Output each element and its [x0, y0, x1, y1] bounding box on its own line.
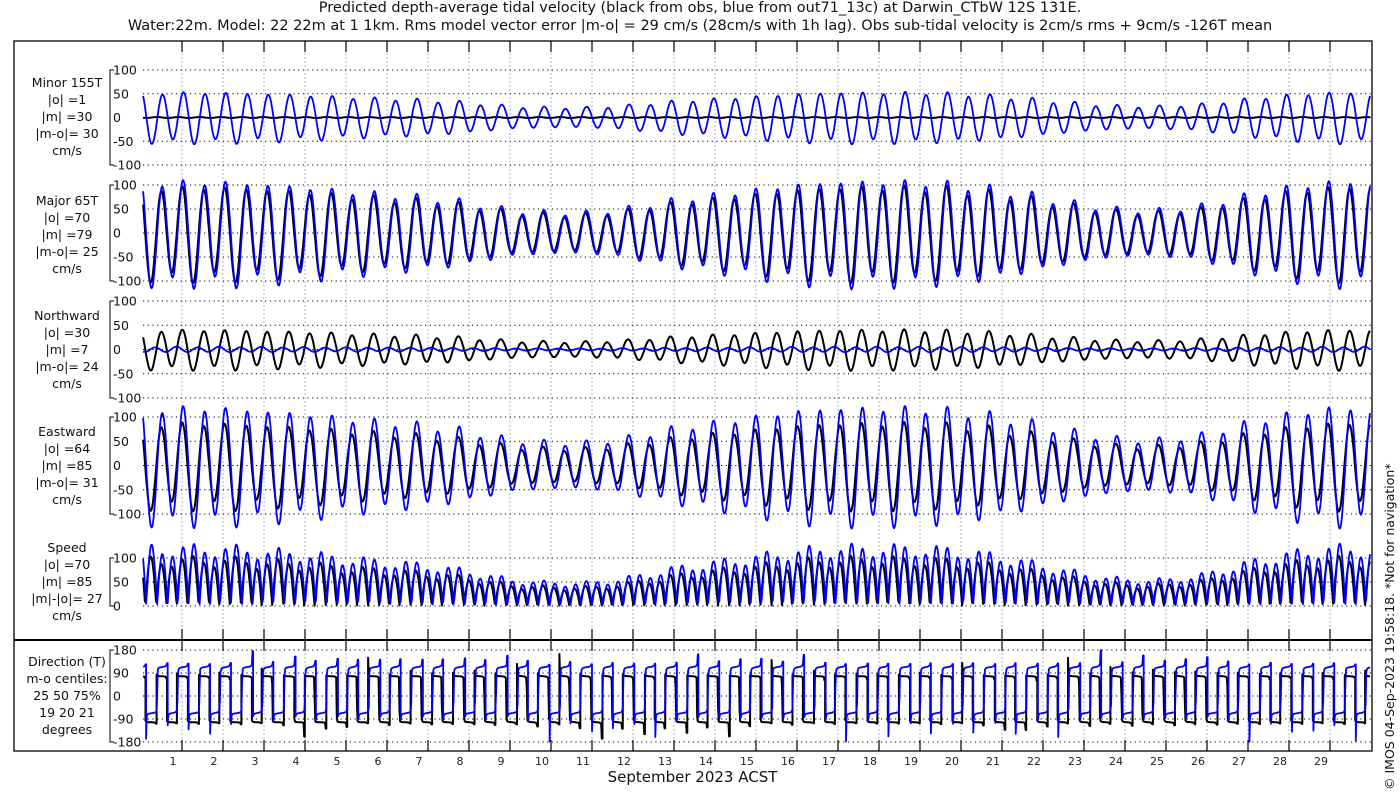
- panel-label-line: Speed: [47, 540, 87, 555]
- x-tick-label: 1: [170, 755, 177, 768]
- panel-label-line: Direction (T): [28, 654, 106, 669]
- x-axis-label: September 2023 ACST: [607, 768, 778, 786]
- x-tick-label: 18: [863, 755, 877, 768]
- copyright-notice: © IMOS 04-Sep-2023 19:58:18. *Not for na…: [1382, 463, 1397, 790]
- x-tick-label: 2: [211, 755, 218, 768]
- panel-label-line: |m-o|= 31: [35, 475, 99, 490]
- x-tick-label: 5: [334, 755, 341, 768]
- panel-label: Speed |o| =70 |m| =85 |m|-|o|= 27 cm/s: [14, 539, 120, 624]
- panel-label-line: |m-o|= 25: [35, 244, 99, 259]
- x-tick-label: 19: [904, 755, 918, 768]
- y-tick-label: -100: [113, 391, 141, 406]
- x-tick-label: 14: [699, 755, 713, 768]
- y-tick-label: -100: [113, 158, 141, 173]
- x-tick-label: 28: [1273, 755, 1287, 768]
- panel-label-line: cm/s: [52, 376, 82, 391]
- x-tick-label: 17: [822, 755, 836, 768]
- x-tick-label: 29: [1314, 755, 1328, 768]
- panel-label-line: |m| =79: [41, 227, 93, 242]
- x-tick-label: 12: [617, 755, 631, 768]
- panel-label: Northward |o| =30 |m| =7 |m-o|= 24 cm/s: [14, 307, 120, 392]
- x-tick-label: 15: [740, 755, 754, 768]
- x-tick-label: 7: [416, 755, 423, 768]
- panel-label: Minor 155T |o| =1 |m| =30 |m-o|= 30 cm/s: [14, 74, 120, 159]
- x-tick-label: 6: [375, 755, 382, 768]
- panel-label: Major 65T |o| =70 |m| =79 |m-o|= 25 cm/s: [14, 192, 120, 277]
- panel-label-line: |m| =85: [41, 458, 93, 473]
- x-tick-label: 3: [252, 755, 259, 768]
- panel-label-line: cm/s: [52, 608, 82, 623]
- panel-label-line: Eastward: [38, 424, 96, 439]
- x-tick-label: 9: [498, 755, 505, 768]
- model-series-eastward: [142, 405, 1371, 530]
- y-tick-label: 100: [113, 178, 137, 193]
- y-tick-label: -100: [113, 507, 141, 522]
- panel-label-line: |o| =64: [43, 441, 91, 456]
- x-tick-label: 25: [1150, 755, 1164, 768]
- panel-label-line: 25 50 75%: [33, 688, 101, 703]
- panel-label-line: cm/s: [52, 492, 82, 507]
- x-tick-label: 20: [945, 755, 959, 768]
- plot-frame: [13, 40, 1373, 752]
- panel-label-line: Major 65T: [35, 193, 99, 208]
- x-tick-label: 27: [1232, 755, 1246, 768]
- panel-label-line: |m-o|= 30: [35, 126, 99, 141]
- x-tick-label: 22: [1027, 755, 1041, 768]
- panel-label-line: Minor 155T: [31, 75, 103, 90]
- panel-label-line: |o| =1: [47, 92, 87, 107]
- x-tick-label: 16: [781, 755, 795, 768]
- panel-label-line: 19 20 21: [39, 705, 95, 720]
- panel-label-line: |m| =30: [41, 109, 93, 124]
- panel-label-line: m-o centiles:: [26, 671, 108, 686]
- panel-label-line: |o| =30: [43, 325, 91, 340]
- panel-label: Direction (T) m-o centiles: 25 50 75% 19 20…: [14, 653, 120, 738]
- x-tick-label: 4: [293, 755, 300, 768]
- panel-label-line: |m|-|o|= 27: [31, 591, 103, 606]
- panel-label-line: |m-o|= 24: [35, 359, 99, 374]
- x-tick-label: 26: [1191, 755, 1205, 768]
- panel-label-line: |m| =85: [41, 574, 93, 589]
- x-tick-label: 24: [1109, 755, 1123, 768]
- x-tick-label: 13: [658, 755, 672, 768]
- panel-label: Eastward |o| =64 |m| =85 |m-o|= 31 cm/s: [14, 423, 120, 508]
- panel-label-line: |m| =7: [45, 342, 89, 357]
- x-tick-label: 21: [986, 755, 1000, 768]
- panel-label-line: Northward: [34, 308, 100, 323]
- x-tick-label: 10: [535, 755, 549, 768]
- panel-label-line: cm/s: [52, 143, 82, 158]
- x-tick-label: 11: [576, 755, 590, 768]
- panel-label-line: cm/s: [52, 261, 82, 276]
- tidal-velocity-chart: 1 2 3 4 5 6 7 8 9 10 11 12 13 14 15 16 17 18 19 20 21 22 23 24 2…: [13, 40, 1373, 768]
- x-tick-label: 23: [1068, 755, 1082, 768]
- panel-label-line: degrees: [41, 722, 93, 737]
- x-tick-label: 8: [457, 755, 464, 768]
- panel-label-line: |o| =70: [43, 210, 91, 225]
- panel-label-line: |o| =70: [43, 557, 91, 572]
